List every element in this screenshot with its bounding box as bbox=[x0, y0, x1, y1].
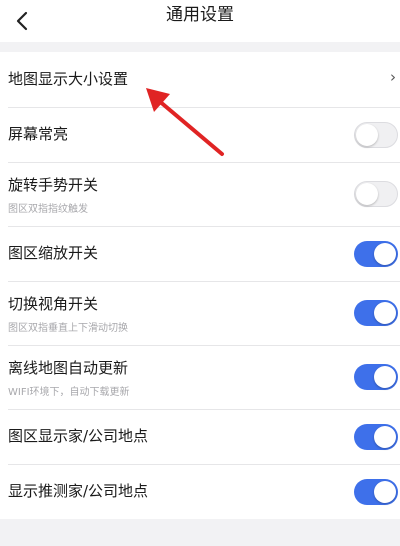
toggle-knob bbox=[356, 124, 378, 146]
screen-always-on-toggle[interactable] bbox=[354, 122, 398, 148]
setting-title: 显示推测家/公司地点 bbox=[8, 482, 149, 500]
toggle-knob bbox=[356, 183, 378, 205]
setting-title: 离线地图自动更新 bbox=[8, 359, 129, 377]
setting-title: 切换视角开关 bbox=[8, 295, 99, 313]
setting-title: 旋转手势开关 bbox=[8, 176, 99, 194]
setting-subtitle: 图区双指指纹触发 bbox=[8, 204, 88, 215]
setting-screen-always-on: 屏幕常亮 bbox=[0, 107, 400, 162]
toggle-knob bbox=[374, 243, 396, 265]
setting-title: 图区显示家/公司地点 bbox=[8, 427, 149, 445]
setting-map-zoom: 图区缩放开关 bbox=[0, 226, 400, 281]
setting-title: 地图显示大小设置 bbox=[8, 70, 129, 88]
show-guessed-home-company-toggle[interactable] bbox=[354, 479, 398, 505]
setting-rotate-gesture: 旋转手势开关 图区双指指纹触发 bbox=[0, 162, 400, 226]
setting-map-display-size[interactable]: 地图显示大小设置 › bbox=[0, 52, 400, 107]
top-bar: 通用设置 bbox=[0, 0, 400, 42]
setting-title: 图区缩放开关 bbox=[8, 244, 99, 262]
settings-list: 地图显示大小设置 › 屏幕常亮 旋转手势开关 图区双指指纹触发 图区缩放开关 切… bbox=[0, 52, 400, 519]
toggle-knob bbox=[374, 426, 396, 448]
switch-view-toggle[interactable] bbox=[354, 300, 398, 326]
setting-switch-view: 切换视角开关 图区双指垂直上下滑动切换 bbox=[0, 281, 400, 345]
toggle-knob bbox=[374, 366, 396, 388]
toggle-knob bbox=[374, 481, 396, 503]
show-home-company-toggle[interactable] bbox=[354, 424, 398, 450]
map-zoom-toggle[interactable] bbox=[354, 241, 398, 267]
setting-show-home-company: 图区显示家/公司地点 bbox=[0, 409, 400, 464]
setting-subtitle: 图区双指垂直上下滑动切换 bbox=[8, 323, 128, 334]
setting-offline-map-update: 离线地图自动更新 WIFI环境下，自动下载更新 bbox=[0, 345, 400, 409]
page-title: 通用设置 bbox=[166, 5, 234, 25]
rotate-gesture-toggle[interactable] bbox=[354, 181, 398, 207]
setting-title: 屏幕常亮 bbox=[8, 125, 69, 143]
toggle-knob bbox=[374, 302, 396, 324]
setting-subtitle: WIFI环境下，自动下载更新 bbox=[8, 387, 130, 398]
setting-show-guessed-home-company: 显示推测家/公司地点 bbox=[0, 464, 400, 519]
offline-map-update-toggle[interactable] bbox=[354, 364, 398, 390]
chevron-right-icon: › bbox=[390, 68, 396, 86]
